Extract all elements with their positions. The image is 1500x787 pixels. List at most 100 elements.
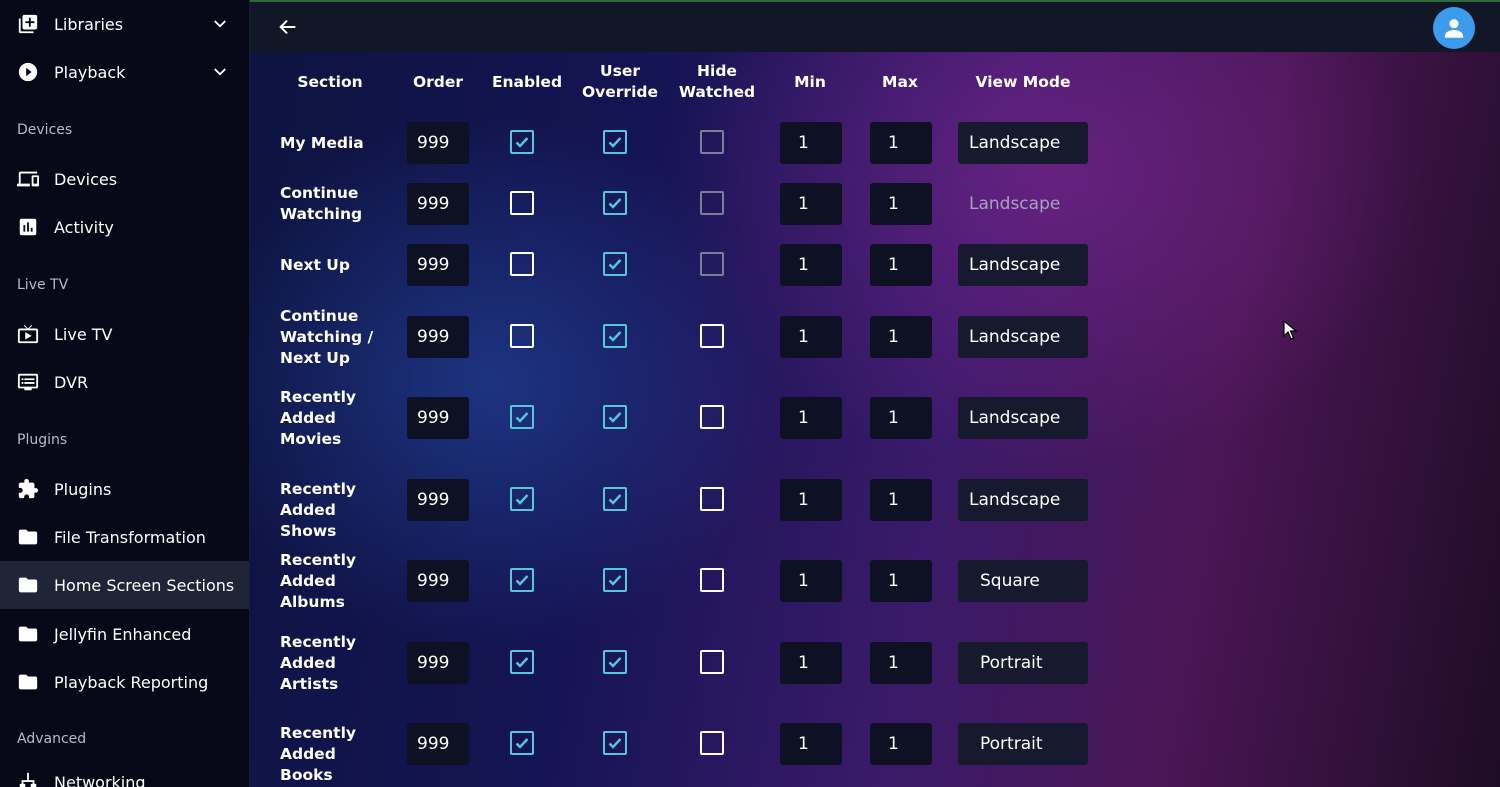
sidebar-item-file-transformation[interactable]: File Transformation	[0, 513, 249, 561]
order-input[interactable]: 999	[407, 397, 469, 439]
hide-watched-checkbox[interactable]	[700, 650, 724, 674]
section-name: Recently Added Shows	[280, 480, 357, 540]
order-input[interactable]: 999	[407, 244, 469, 286]
enabled-checkbox[interactable]	[510, 568, 534, 592]
column-header-min: Min	[794, 72, 826, 91]
min-input[interactable]: 1	[780, 244, 842, 286]
enabled-checkbox[interactable]	[510, 130, 534, 154]
max-input[interactable]: 1	[870, 244, 932, 286]
max-input[interactable]: 1	[870, 122, 932, 164]
column-header-enabled: Enabled	[491, 72, 563, 91]
max-input[interactable]: 1	[870, 560, 932, 602]
sidebar-item-label: Live TV	[54, 324, 113, 344]
enabled-checkbox[interactable]	[510, 731, 534, 755]
enabled-checkbox[interactable]	[510, 487, 534, 511]
view-mode-select[interactable]: Portrait	[958, 642, 1088, 684]
view-mode-select[interactable]: Portrait	[958, 723, 1088, 765]
min-input[interactable]: 1	[780, 397, 842, 439]
play-circle-icon	[17, 61, 39, 83]
hide-watched-checkbox[interactable]	[700, 324, 724, 348]
order-input[interactable]: 999	[407, 642, 469, 684]
order-input[interactable]: 999	[407, 723, 469, 765]
sidebar: Libraries Playback Devices Devices Activity L…	[0, 0, 250, 787]
hide-watched-checkbox[interactable]	[700, 405, 724, 429]
section-header-advanced: Advanced	[17, 731, 87, 747]
chevron-down-icon[interactable]	[211, 63, 229, 81]
user-override-checkbox[interactable]	[603, 405, 627, 429]
max-input[interactable]: 1	[870, 316, 932, 358]
folder-icon	[17, 623, 39, 645]
view-mode-select[interactable]: Landscape	[958, 122, 1088, 164]
enabled-checkbox[interactable]	[510, 252, 534, 276]
view-mode-select[interactable]: Landscape	[958, 316, 1088, 358]
sidebar-item-playback-reporting[interactable]: Playback Reporting	[0, 658, 249, 706]
sidebar-item-networking[interactable]: Networking	[0, 758, 249, 787]
max-input[interactable]: 1	[870, 723, 932, 765]
back-arrow-icon[interactable]	[277, 16, 299, 38]
view-mode-select[interactable]: Square	[958, 560, 1088, 602]
sidebar-item-devices[interactable]: Devices	[0, 155, 249, 203]
user-override-checkbox[interactable]	[603, 650, 627, 674]
min-input[interactable]: 1	[780, 122, 842, 164]
enabled-checkbox[interactable]	[510, 324, 534, 348]
max-input[interactable]: 1	[870, 479, 932, 521]
folder-icon	[17, 526, 39, 548]
sidebar-item-jellyfin-enhanced[interactable]: Jellyfin Enhanced	[0, 610, 249, 658]
view-mode-select[interactable]: Landscape	[958, 479, 1088, 521]
sidebar-item-live-tv[interactable]: Live TV	[0, 310, 249, 358]
min-input[interactable]: 1	[780, 479, 842, 521]
order-input[interactable]: 999	[407, 479, 469, 521]
user-override-checkbox[interactable]	[603, 130, 627, 154]
sidebar-item-home-screen-sections[interactable]: Home Screen Sections	[0, 561, 249, 609]
user-avatar-icon[interactable]	[1433, 7, 1475, 49]
sidebar-item-dvr[interactable]: DVR	[0, 358, 249, 406]
min-input[interactable]: 1	[780, 560, 842, 602]
view-mode-select[interactable]: Landscape	[958, 397, 1088, 439]
min-input[interactable]: 1	[780, 183, 842, 225]
home-screen-sections-table: Section Order Enabled User Override Hide Wat…	[250, 52, 1500, 787]
sidebar-item-plugins[interactable]: Plugins	[0, 465, 249, 513]
add-box-icon	[17, 13, 39, 35]
chevron-down-icon[interactable]	[211, 15, 229, 33]
max-input[interactable]: 1	[870, 642, 932, 684]
min-input[interactable]: 1	[780, 642, 842, 684]
user-override-checkbox[interactable]	[603, 487, 627, 511]
hide-watched-checkbox[interactable]	[700, 487, 724, 511]
order-input[interactable]: 999	[407, 122, 469, 164]
user-override-checkbox[interactable]	[603, 191, 627, 215]
order-input[interactable]: 999	[407, 183, 469, 225]
hide-watched-checkbox[interactable]	[700, 130, 724, 154]
user-override-checkbox[interactable]	[603, 731, 627, 755]
min-input[interactable]: 1	[780, 316, 842, 358]
user-override-checkbox[interactable]	[603, 324, 627, 348]
sidebar-item-libraries[interactable]: Libraries	[0, 0, 249, 48]
view-mode-select[interactable]: Landscape	[958, 244, 1088, 286]
hide-watched-checkbox[interactable]	[700, 731, 724, 755]
section-header-devices: Devices	[17, 122, 73, 138]
section-name: Continue Watching	[280, 184, 363, 223]
user-override-checkbox[interactable]	[603, 568, 627, 592]
section-name: Recently Added Artists	[280, 632, 357, 693]
section-header-plugins: Plugins	[17, 432, 68, 448]
section-name: Next Up	[280, 255, 350, 274]
top-bar	[250, 0, 1500, 52]
enabled-checkbox[interactable]	[510, 405, 534, 429]
enabled-checkbox[interactable]	[510, 191, 534, 215]
max-input[interactable]: 1	[870, 397, 932, 439]
section-name: Recently Added Movies	[280, 387, 357, 448]
enabled-checkbox[interactable]	[510, 650, 534, 674]
sidebar-item-playback[interactable]: Playback	[0, 48, 249, 96]
min-input[interactable]: 1	[780, 723, 842, 765]
view-mode-select[interactable]: Landscape	[958, 183, 1088, 225]
hide-watched-checkbox[interactable]	[700, 568, 724, 592]
order-input[interactable]: 999	[407, 316, 469, 358]
max-input[interactable]: 1	[870, 183, 932, 225]
section-name: My Media	[280, 133, 364, 152]
sidebar-item-activity[interactable]: Activity	[0, 203, 249, 251]
sidebar-item-label: Home Screen Sections	[54, 575, 235, 595]
puzzle-icon	[17, 478, 39, 500]
hide-watched-checkbox[interactable]	[700, 252, 724, 276]
user-override-checkbox[interactable]	[603, 252, 627, 276]
order-input[interactable]: 999	[407, 560, 469, 602]
hide-watched-checkbox[interactable]	[700, 191, 724, 215]
